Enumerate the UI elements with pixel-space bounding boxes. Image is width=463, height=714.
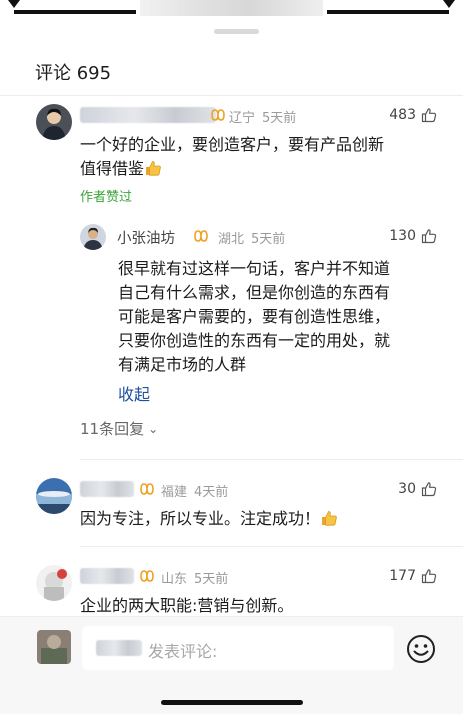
comment-input-placeholder: 发表评论: bbox=[148, 642, 218, 661]
like-count: 483 bbox=[389, 107, 416, 123]
reply-time: 5天前 bbox=[251, 232, 286, 247]
reply-region: 湖北 bbox=[218, 232, 245, 247]
comment-line: 企业的两大职能:营销与创新。 bbox=[80, 596, 294, 615]
corner-notch-right bbox=[443, 0, 455, 8]
avatar[interactable] bbox=[36, 565, 72, 601]
vip-badge-icon bbox=[139, 483, 155, 495]
comment-line: 值得借鉴 bbox=[80, 157, 440, 181]
avatar[interactable] bbox=[36, 478, 72, 514]
blurred-username bbox=[80, 107, 216, 123]
thumbs-up-icon[interactable] bbox=[421, 481, 437, 497]
chevron-down-icon: ⌄ bbox=[148, 422, 159, 436]
more-replies-button[interactable]: 11条回复 ⌄ bbox=[80, 418, 158, 439]
blurred-username bbox=[96, 640, 142, 656]
corner-notch-left bbox=[8, 0, 20, 8]
smiley-icon[interactable] bbox=[406, 634, 436, 664]
avatar[interactable] bbox=[36, 104, 72, 140]
comment-region: 山东 bbox=[161, 572, 188, 587]
comment-text: 因为专注，所以专业。注定成功！ bbox=[80, 507, 440, 531]
reply-author-name[interactable]: 小张油坊 bbox=[117, 227, 175, 248]
blurred-username bbox=[80, 568, 134, 584]
comment-region: 辽宁 bbox=[229, 111, 256, 126]
thumbs-up-emoji-icon bbox=[144, 159, 162, 177]
reply-line: 自己有什么需求，但是你创造的东西有 bbox=[118, 283, 391, 302]
thumbs-up-icon[interactable] bbox=[421, 107, 437, 123]
reply-line: 很早就有过这样一句话，客户并不知道 bbox=[118, 259, 391, 278]
comment-time: 5天前 bbox=[194, 572, 229, 587]
reply-line: 只要你创造性的东西有一定的用处，就 bbox=[118, 331, 391, 350]
home-indicator bbox=[161, 700, 303, 705]
reply-line: 可能是客户需要的，要有创造性思维， bbox=[118, 307, 391, 326]
thumbs-up-icon[interactable] bbox=[421, 228, 437, 244]
sheet-drag-handle[interactable] bbox=[214, 29, 259, 34]
author-liked-tag: 作者赞过 bbox=[80, 190, 133, 205]
comment-text: 一个好的企业，要创造客户，要有产品创新 值得借鉴 bbox=[80, 133, 440, 181]
collapse-link[interactable]: 收起 bbox=[118, 381, 150, 405]
my-avatar bbox=[37, 630, 71, 664]
top-bar-left bbox=[14, 10, 136, 14]
vip-badge-icon bbox=[210, 109, 226, 121]
comment-region: 福建 bbox=[161, 485, 188, 500]
reply-avatar[interactable] bbox=[80, 224, 106, 250]
top-bar-right bbox=[327, 10, 449, 14]
reply-text: 很早就有过这样一句话，客户并不知道 自己有什么需求，但是你创造的东西有 可能是客… bbox=[118, 257, 448, 377]
top-strip bbox=[0, 0, 463, 22]
vip-badge-icon bbox=[139, 570, 155, 582]
like-count: 177 bbox=[389, 568, 416, 584]
comment-time: 5天前 bbox=[262, 111, 297, 126]
reply-like-count: 130 bbox=[389, 228, 416, 244]
comments-title: 评论 695 bbox=[35, 63, 112, 84]
like-count: 30 bbox=[398, 481, 416, 497]
thumbs-up-icon[interactable] bbox=[421, 568, 437, 584]
blurred-username bbox=[80, 481, 134, 497]
blurred-header-image bbox=[140, 0, 323, 16]
vip-badge-icon bbox=[193, 230, 209, 242]
comment-divider bbox=[80, 546, 463, 547]
comment-divider bbox=[80, 459, 463, 460]
comment-line: 一个好的企业，要创造客户，要有产品创新 bbox=[80, 135, 385, 154]
comment-line: 因为专注，所以专业。注定成功！ bbox=[80, 507, 440, 531]
comment-time: 4天前 bbox=[194, 485, 229, 500]
more-replies-label: 11条回复 bbox=[80, 420, 145, 438]
comment-text: 企业的两大职能:营销与创新。 bbox=[80, 594, 440, 618]
reply-line: 有满足市场的人群 bbox=[118, 355, 247, 374]
comment-input[interactable]: 发表评论: bbox=[82, 626, 394, 670]
thumbs-up-emoji-icon bbox=[320, 509, 338, 527]
header-divider bbox=[0, 95, 463, 96]
